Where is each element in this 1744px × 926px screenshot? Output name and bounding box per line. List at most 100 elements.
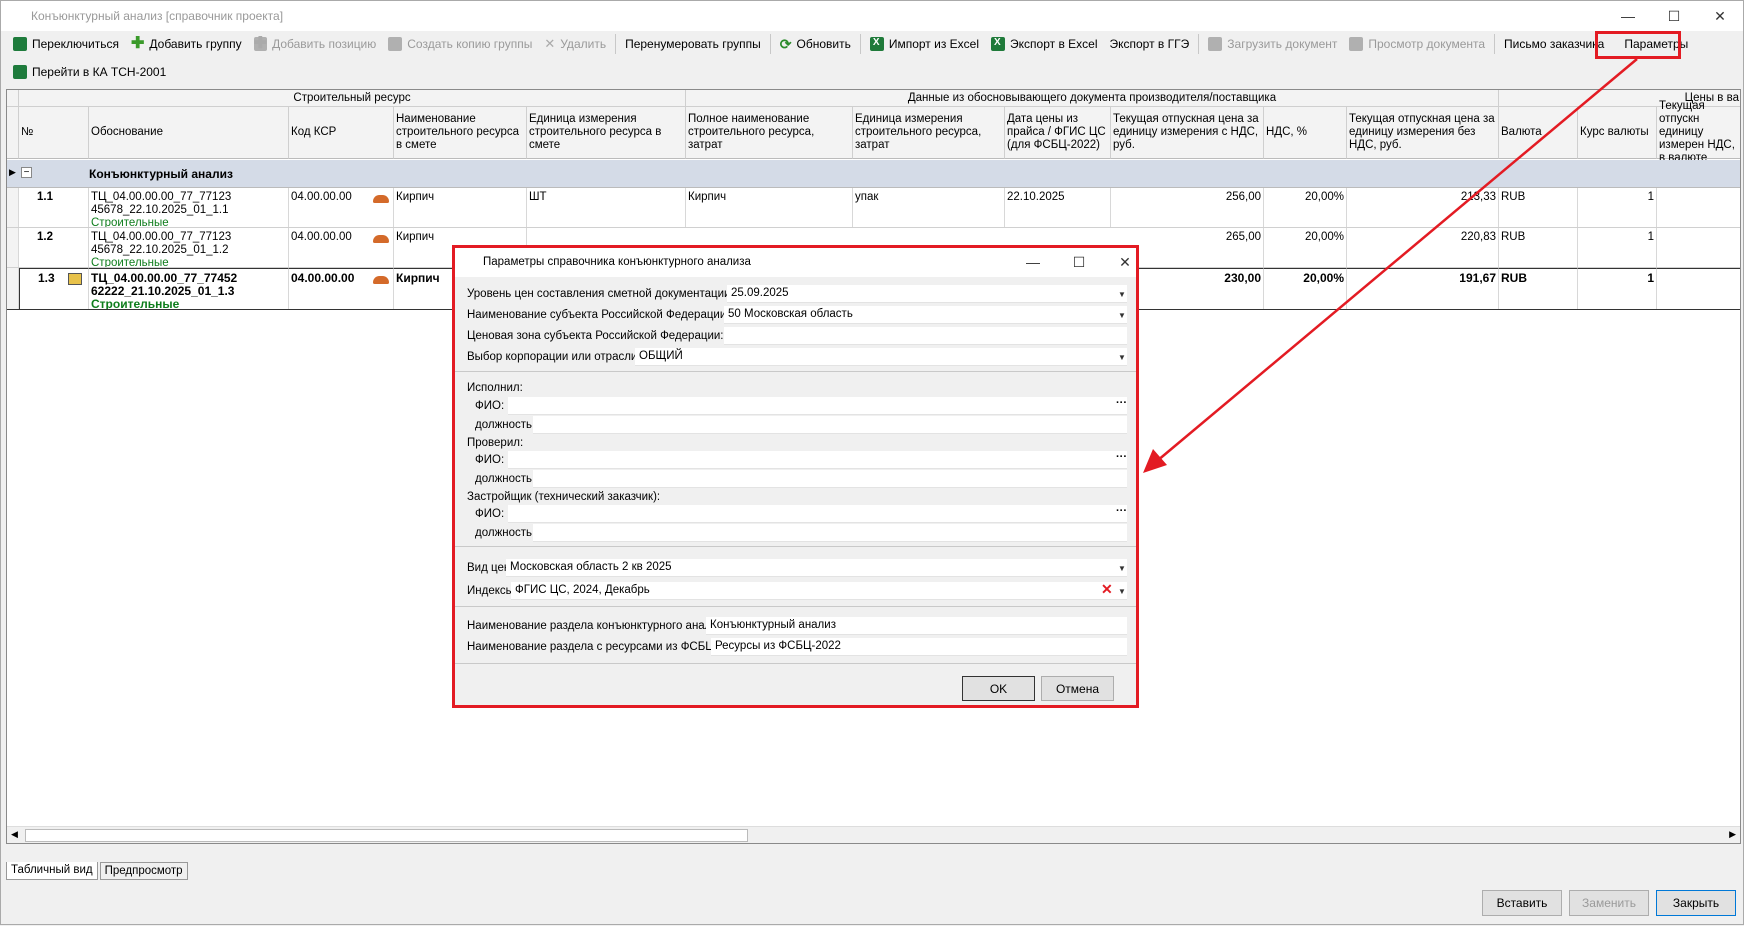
col-ksr[interactable]: Код КСР xyxy=(289,107,394,159)
scroll-right-icon[interactable]: ▶ xyxy=(1729,829,1736,840)
col-unit[interactable]: Единица измерения строительного ресурса,… xyxy=(853,107,1005,159)
upload-icon xyxy=(1208,37,1223,51)
minimize-icon[interactable]: — xyxy=(1605,1,1651,31)
export-gge-button[interactable]: Экспорт в ГГЭ xyxy=(1104,32,1196,56)
checked-label: Проверил: xyxy=(467,437,524,449)
close-icon[interactable]: ✕ xyxy=(1105,250,1145,274)
col-basis[interactable]: Обоснование xyxy=(89,107,289,159)
close-button[interactable]: Закрыть xyxy=(1656,890,1736,916)
executed-fio-field[interactable] xyxy=(508,397,1127,415)
zone-field[interactable] xyxy=(724,327,1127,345)
col-price-vat[interactable]: Текущая отпускная цена за единицу измере… xyxy=(1111,107,1264,159)
delete-icon: ✕ xyxy=(544,36,556,51)
refresh-icon: ⟳ xyxy=(779,36,792,52)
chevron-down-icon[interactable]: ▼ xyxy=(1118,587,1126,596)
customer-letter-button[interactable]: Письмо заказчика xyxy=(1498,32,1610,56)
export-excel-button[interactable]: Экспорт в Excel xyxy=(985,32,1103,56)
goto-ka-button[interactable]: Перейти в КА ТСН-2001 xyxy=(7,60,172,84)
import-excel-button[interactable]: Импорт из Excel xyxy=(864,32,985,56)
renumber-button[interactable]: Перенумеровать группы xyxy=(619,32,767,56)
maximize-icon[interactable]: ☐ xyxy=(1059,250,1099,274)
corp-field[interactable]: ОБЩИЙ xyxy=(635,348,1127,366)
scroll-thumb[interactable] xyxy=(25,829,748,842)
indexes-field[interactable]: ФГИС ЦС, 2024, Декабрь xyxy=(511,582,1127,600)
developer-label: Застройщик (технический заказчик): xyxy=(467,491,661,503)
col-rate[interactable]: Курс валюты xyxy=(1578,107,1657,159)
section-field[interactable]: Конъюнктурный анализ xyxy=(706,617,1127,635)
group-row[interactable]: ▶ − Конъюнктурный анализ xyxy=(7,160,1740,188)
ellipsis-icon[interactable]: ··· xyxy=(1116,397,1127,409)
switch-icon xyxy=(13,37,27,51)
collapse-icon[interactable]: − xyxy=(21,167,32,178)
developer-position-field[interactable] xyxy=(533,524,1127,542)
section-label: Наименование раздела конъюнктурного анал… xyxy=(467,620,733,632)
title-bar: Конъюнктурный анализ [справочник проекта… xyxy=(1,1,1743,31)
toolbar: Переключиться ✚ Добавить группу ✚ Добавить… xyxy=(7,31,1698,57)
chevron-down-icon[interactable]: ▼ xyxy=(1118,353,1126,362)
goto-icon xyxy=(13,65,27,79)
col-num[interactable]: № xyxy=(19,107,89,159)
zone-label: Ценовая зона субъекта Российской Федерац… xyxy=(467,330,724,342)
indexes-label: Индексы: xyxy=(467,585,518,597)
checked-position-field[interactable] xyxy=(533,470,1127,488)
chevron-down-icon[interactable]: ▼ xyxy=(1118,311,1126,320)
col-full-name[interactable]: Полное наименование строительного ресурс… xyxy=(686,107,853,159)
plus-icon: ✚ xyxy=(253,35,268,52)
table-row[interactable]: 1.1 ТЦ_04.00.00.00_77_77123 45678_22.10.2… xyxy=(7,188,1740,228)
col-price-novat[interactable]: Текущая отпускная цена за единицу измере… xyxy=(1347,107,1499,159)
developer-fio-field[interactable] xyxy=(508,505,1127,523)
position-label: должность: xyxy=(475,527,536,539)
col-vat[interactable]: НДС, % xyxy=(1264,107,1347,159)
add-group-button[interactable]: ✚ Добавить группу xyxy=(125,32,248,56)
executed-label: Исполнил: xyxy=(467,382,523,394)
region-label: Наименование субъекта Российской Федерац… xyxy=(467,309,730,321)
clear-icon[interactable]: ✕ xyxy=(1101,581,1113,598)
chevron-down-icon[interactable]: ▼ xyxy=(1118,290,1126,299)
scroll-left-icon[interactable]: ◀ xyxy=(11,829,18,840)
main-window: Конъюнктурный анализ [справочник проекта… xyxy=(0,0,1744,925)
ellipsis-icon[interactable]: ··· xyxy=(1116,451,1127,463)
maximize-icon[interactable]: ☐ xyxy=(1651,1,1697,31)
price-level-field[interactable]: 25.09.2025 xyxy=(727,285,1127,303)
copy-group-button[interactable]: Создать копию группы xyxy=(382,32,538,56)
chevron-down-icon[interactable]: ▼ xyxy=(1118,564,1126,573)
view-tabs: Табличный вид Предпросмотр xyxy=(6,862,190,880)
close-icon[interactable]: ✕ xyxy=(1697,1,1743,31)
col-currency[interactable]: Валюта xyxy=(1499,107,1578,159)
col-price-currency[interactable]: Текущая отпускн единицу измерен НДС, в в… xyxy=(1657,100,1740,164)
tab-table-view[interactable]: Табличный вид xyxy=(6,862,98,880)
fio-label: ФИО: xyxy=(475,400,505,412)
col-date[interactable]: Дата цены из прайса / ФГИС ЦС (для ФСБЦ-… xyxy=(1005,107,1111,159)
delete-button[interactable]: ✕ Удалить xyxy=(538,32,612,56)
price-type-field[interactable]: Московская область 2 кв 2025 xyxy=(506,559,1127,577)
plus-icon: ✚ xyxy=(130,35,145,52)
minimize-icon[interactable]: — xyxy=(1013,250,1053,274)
cancel-button[interactable]: Отмена xyxy=(1041,676,1114,701)
checked-fio-field[interactable] xyxy=(508,451,1127,469)
corp-label: Выбор корпорации или отрасли: xyxy=(467,351,641,363)
region-field[interactable]: 50 Московская область xyxy=(724,306,1127,324)
group-header-supplier: Данные из обосновывающего документа прои… xyxy=(686,90,1499,107)
row-pointer-icon: ▶ xyxy=(9,167,16,177)
dialog-title: Параметры справочника конъюнктурного ана… xyxy=(483,256,751,268)
tab-preview[interactable]: Предпросмотр xyxy=(99,862,188,880)
add-position-button[interactable]: ✚ Добавить позицию xyxy=(248,32,383,56)
ellipsis-icon[interactable]: ··· xyxy=(1116,505,1127,517)
load-document-button[interactable]: Загрузить документ xyxy=(1202,32,1343,56)
col-resource-name[interactable]: Наименование строительного ресурса в сме… xyxy=(394,107,527,159)
ok-button[interactable]: OK xyxy=(962,676,1035,701)
col-resource-unit[interactable]: Единица измерения строительного ресурса … xyxy=(527,107,686,159)
document-icon xyxy=(68,273,82,285)
insert-button[interactable]: Вставить xyxy=(1482,890,1562,916)
fsbc-label: Наименование раздела с ресурсами из ФСБЦ… xyxy=(467,641,747,653)
replace-button[interactable]: Заменить xyxy=(1569,890,1649,916)
executed-position-field[interactable] xyxy=(533,416,1127,434)
toolbar-secondary: Перейти в КА ТСН-2001 xyxy=(7,59,172,85)
view-document-button[interactable]: Просмотр документа xyxy=(1343,32,1491,56)
fsbc-field[interactable]: Ресурсы из ФСБЦ-2022 xyxy=(711,638,1127,656)
position-label: должность: xyxy=(475,419,536,431)
refresh-button[interactable]: ⟳ Обновить xyxy=(774,32,857,56)
horizontal-scrollbar[interactable]: ◀ ▶ xyxy=(7,826,1740,843)
brick-icon xyxy=(373,235,389,243)
switch-button[interactable]: Переключиться xyxy=(7,32,125,56)
